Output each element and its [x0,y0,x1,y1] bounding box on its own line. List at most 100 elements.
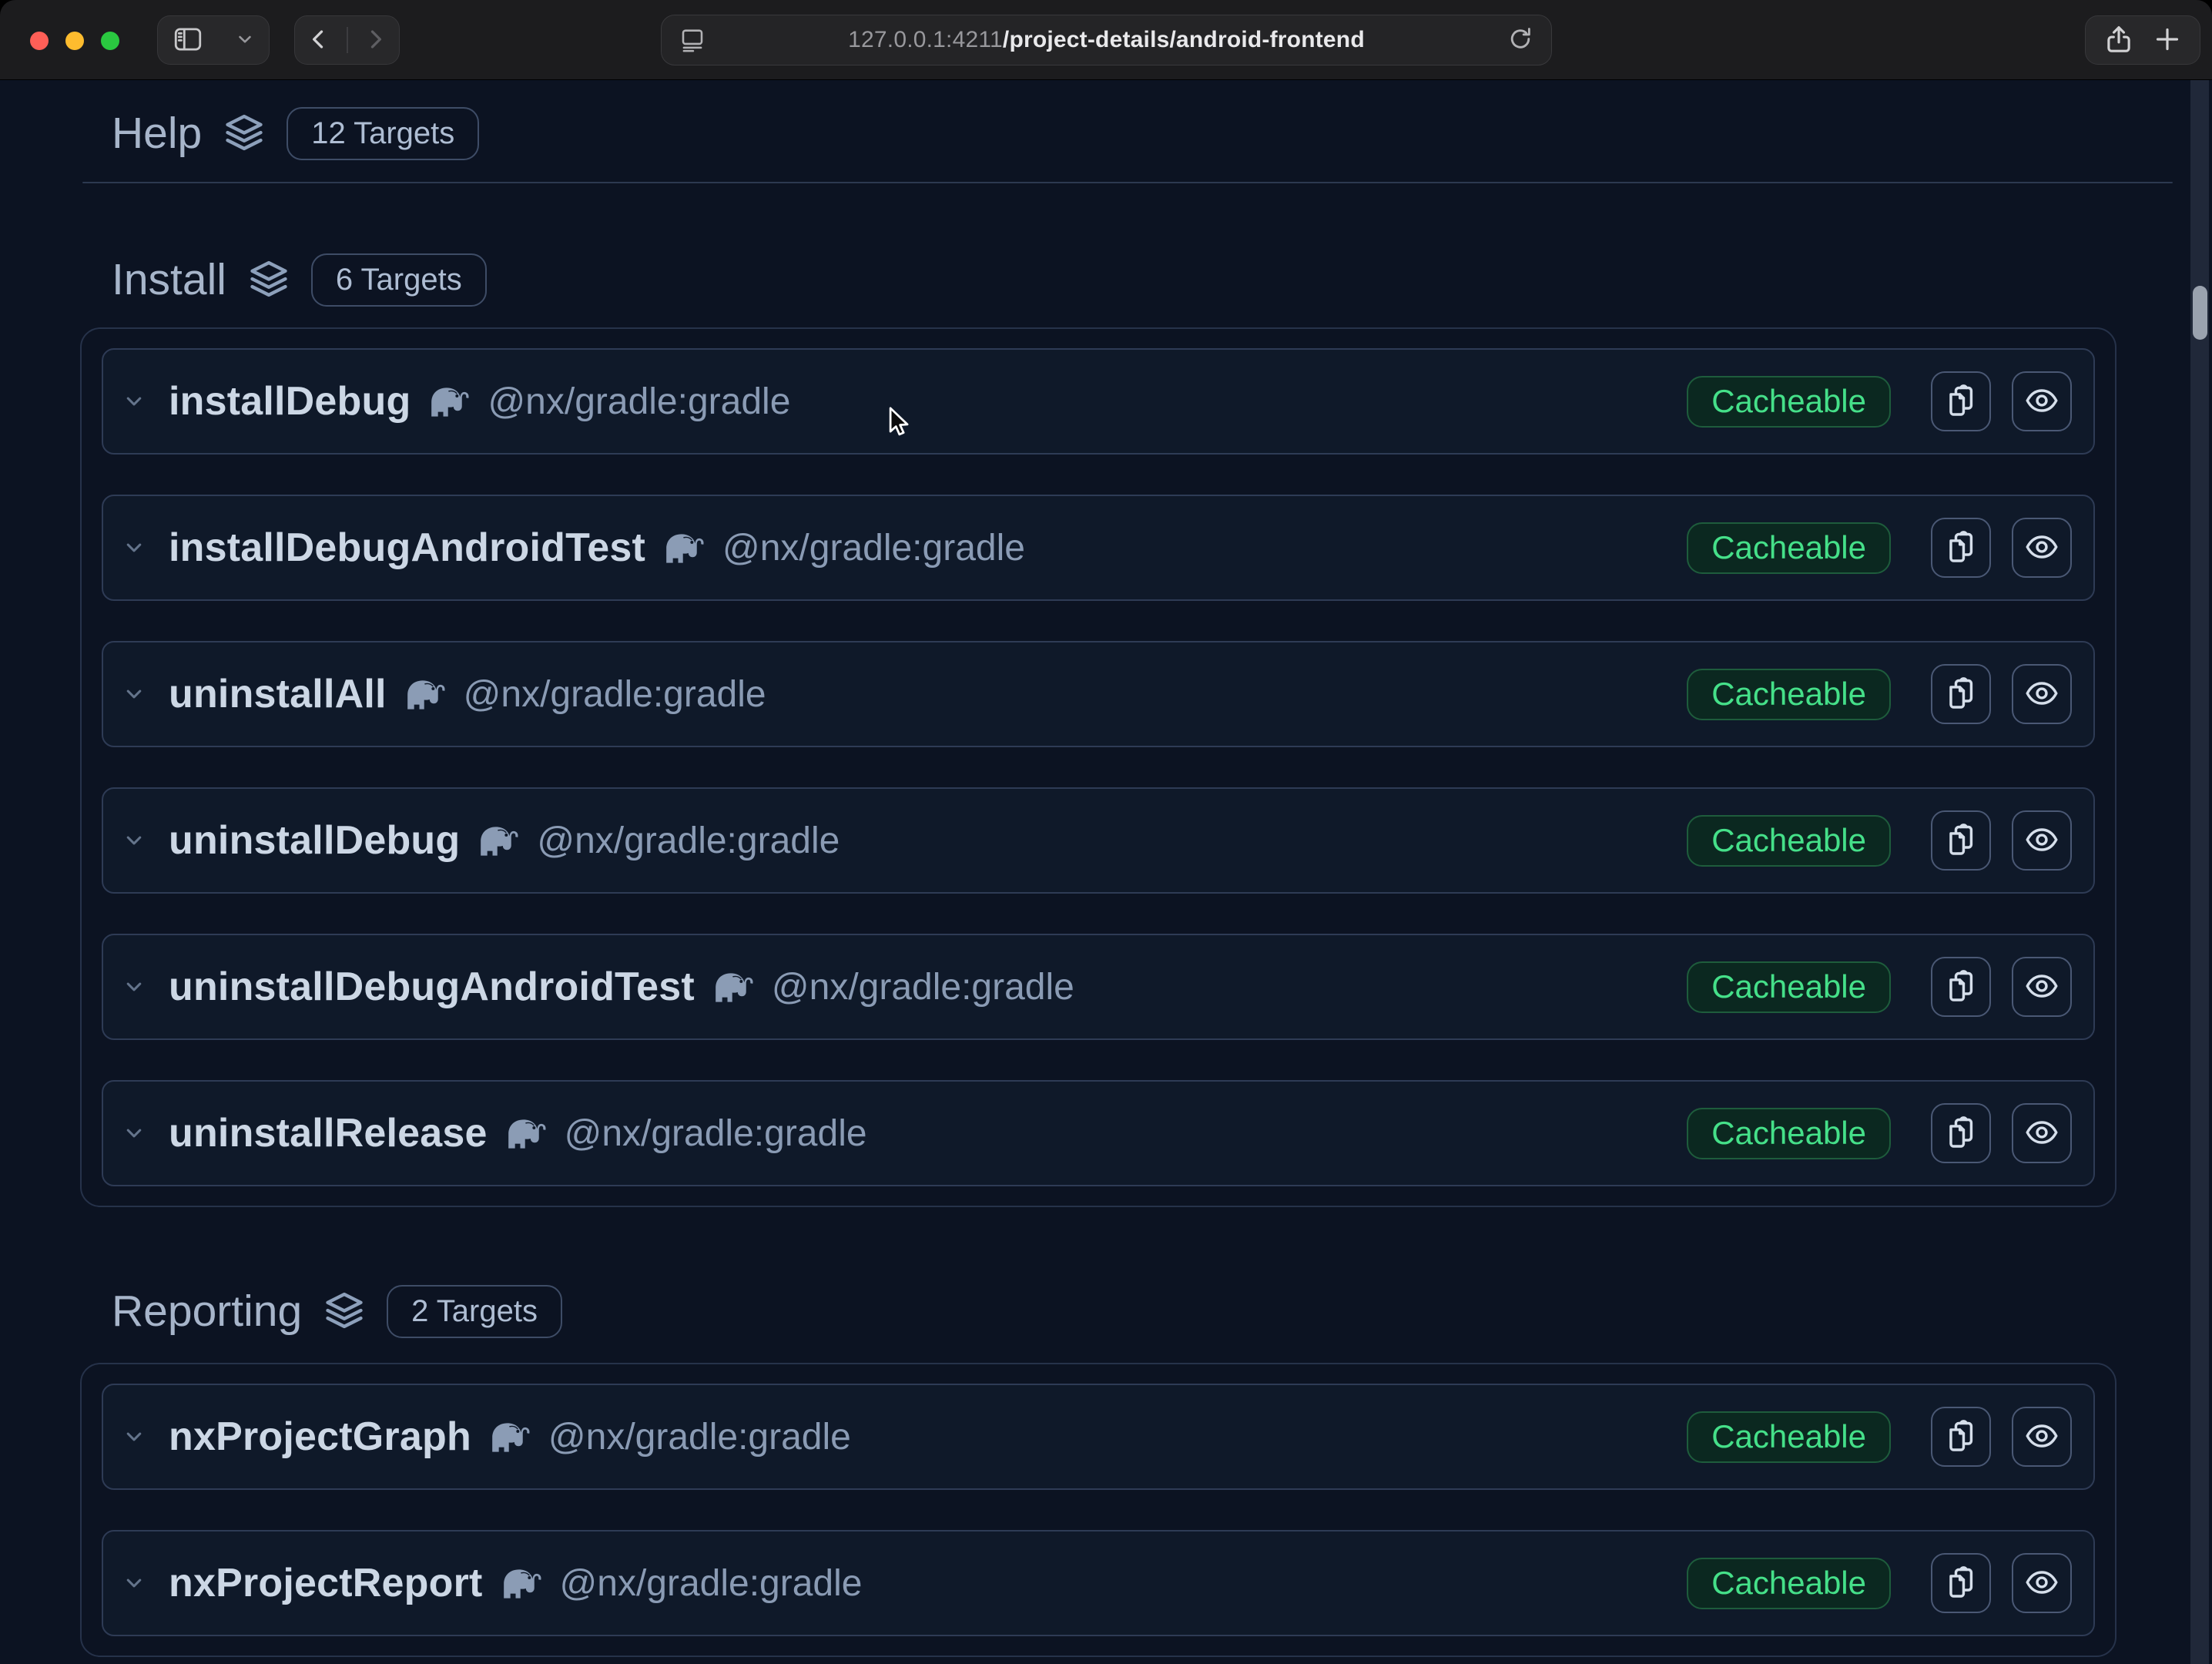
eye-icon [2024,383,2060,421]
target-executor: @nx/gradle:gradle [560,1562,863,1605]
layers-icon [223,112,266,155]
forward-icon [362,26,388,55]
chevron-down-icon[interactable] [121,827,147,854]
target-row[interactable]: uninstallDebug @nx/gradle:gradle Cacheab… [102,787,2095,894]
copy-icon [1943,676,1979,713]
sidebar-toggle-group [157,15,270,65]
gradle-elephant-icon [712,969,756,1005]
target-name: uninstallAll [169,671,387,717]
eye-icon [2024,529,2060,567]
browser-toolbar: 127.0.0.1:4211/project-details/android-f… [0,0,2212,80]
copy-button[interactable] [1931,810,1991,871]
copy-button[interactable] [1931,1407,1991,1467]
copy-button[interactable] [1931,371,1991,431]
target-row[interactable]: installDebugAndroidTest @nx/gradle:gradl… [102,495,2095,601]
view-button[interactable] [2012,1407,2072,1467]
reload-button[interactable] [1507,25,1534,55]
eye-icon [2024,1115,2060,1152]
chevron-down-icon[interactable] [121,681,147,707]
view-button[interactable] [2012,664,2072,724]
cacheable-badge: Cacheable [1687,669,1891,720]
gradle-elephant-icon [427,384,472,419]
toolbar-right-group [2085,15,2200,65]
copy-button[interactable] [1931,1103,1991,1163]
target-row[interactable]: installDebug @nx/gradle:gradle Cacheable [102,348,2095,455]
new-tab-button[interactable] [2152,24,2183,57]
cacheable-badge: Cacheable [1687,961,1891,1013]
share-button[interactable] [2103,23,2135,58]
target-executor: @nx/gradle:gradle [464,673,766,716]
target-executor: @nx/gradle:gradle [488,381,790,423]
target-row[interactable]: uninstallRelease @nx/gradle:gradle Cache… [102,1080,2095,1186]
target-name: uninstallRelease [169,1110,488,1156]
copy-button[interactable] [1931,1553,1991,1613]
view-button[interactable] [2012,371,2072,431]
chevron-down-icon[interactable] [121,1570,147,1596]
zoom-window-button[interactable] [101,32,119,50]
view-button[interactable] [2012,1103,2072,1163]
url-host: 127.0.0.1:4211 [848,27,1003,52]
forward-button[interactable] [362,26,388,55]
group-title: Reporting [112,1286,302,1337]
target-executor: @nx/gradle:gradle [548,1416,851,1458]
copy-button[interactable] [1931,664,1991,724]
target-count-badge: 2 Targets [387,1285,562,1338]
address-bar[interactable]: 127.0.0.1:4211/project-details/android-f… [661,15,1552,65]
plus-icon [2152,24,2183,57]
cacheable-badge: Cacheable [1687,376,1891,428]
chevron-down-icon[interactable] [121,974,147,1000]
group-title: Install [112,254,226,305]
target-group-header-install: Install 6 Targets [112,247,2212,312]
sidebar-icon [172,23,204,58]
gradle-elephant-icon [504,1115,549,1151]
url-text: 127.0.0.1:4211/project-details/android-f… [848,27,1365,53]
share-icon [2103,23,2135,58]
cacheable-badge: Cacheable [1687,1411,1891,1463]
copy-icon [1943,529,1979,567]
eye-icon [2024,676,2060,713]
cacheable-badge: Cacheable [1687,815,1891,867]
gradle-elephant-icon [404,676,448,712]
layers-icon [323,1290,366,1333]
eye-icon [2024,822,2060,860]
chevron-down-icon[interactable] [121,535,147,561]
target-row[interactable]: nxProjectReport @nx/gradle:gradle Cachea… [102,1530,2095,1636]
minimize-window-button[interactable] [65,32,84,50]
sidebar-menu-button[interactable] [235,29,255,52]
close-window-button[interactable] [30,32,49,50]
target-group-reporting: nxProjectGraph @nx/gradle:gradle Cacheab… [80,1363,2116,1657]
page-settings-icon[interactable] [679,26,706,54]
sidebar-toggle-button[interactable] [172,23,204,58]
chevron-down-icon[interactable] [121,1120,147,1146]
scrollbar-thumb[interactable] [2193,286,2207,340]
target-count-badge: 6 Targets [311,253,487,307]
target-row[interactable]: uninstallDebugAndroidTest @nx/gradle:gra… [102,934,2095,1040]
back-button[interactable] [306,26,332,55]
scrollbar-track [2190,80,2209,1664]
target-name: nxProjectReport [169,1560,483,1606]
back-icon [306,26,332,55]
copy-icon [1943,383,1979,421]
target-executor: @nx/gradle:gradle [565,1112,867,1155]
view-button[interactable] [2012,1553,2072,1613]
group-title: Help [112,108,202,159]
target-row[interactable]: uninstallAll @nx/gradle:gradle Cacheable [102,641,2095,747]
eye-icon [2024,968,2060,1006]
target-group-install: installDebug @nx/gradle:gradle Cacheable [80,327,2116,1207]
target-name: installDebugAndroidTest [169,525,645,571]
project-details-page: Help 12 Targets Install 6 Targe [0,80,2212,1664]
chevron-down-icon[interactable] [121,1424,147,1450]
reload-icon [1507,25,1534,55]
target-name: uninstallDebug [169,817,460,864]
target-count-badge: 12 Targets [287,107,479,160]
cacheable-badge: Cacheable [1687,522,1891,574]
copy-button[interactable] [1931,518,1991,578]
copy-button[interactable] [1931,957,1991,1017]
target-row[interactable]: nxProjectGraph @nx/gradle:gradle Cacheab… [102,1384,2095,1490]
copy-icon [1943,822,1979,860]
view-button[interactable] [2012,518,2072,578]
view-button[interactable] [2012,957,2072,1017]
chevron-down-icon[interactable] [121,388,147,414]
cacheable-badge: Cacheable [1687,1108,1891,1159]
view-button[interactable] [2012,810,2072,871]
